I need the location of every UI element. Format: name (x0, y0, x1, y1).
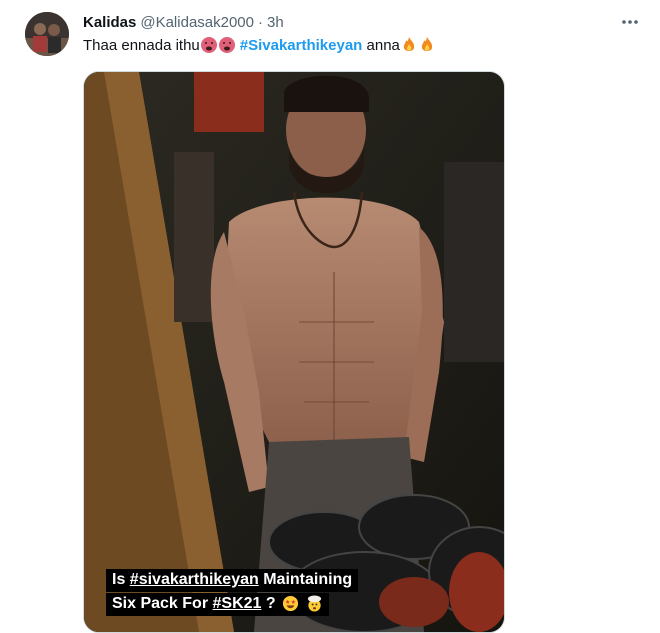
caption-hashtag: #SK21 (212, 595, 262, 612)
star-struck-icon (283, 596, 299, 612)
tweet-text-prefix: Thaa ennada ithu (83, 36, 200, 54)
more-button[interactable] (618, 12, 642, 32)
separator-dot: · (258, 13, 263, 31)
more-dots-icon (622, 20, 638, 24)
nauseated-face-icon (200, 37, 217, 53)
gym-photo (84, 72, 504, 632)
tweet[interactable]: Kalidas @Kalidasak2000 · 3h Thaa ennada … (0, 0, 660, 633)
fire-icon (403, 37, 415, 51)
caption-hashtag: #sivakarthikeyan (129, 571, 259, 588)
caption-text: Is (112, 571, 130, 588)
caption-line-2: Six Pack For #SK21 ? (106, 593, 329, 616)
tweet-media[interactable]: Is #sivakarthikeyan Maintaining Six Pack… (83, 71, 505, 633)
timestamp[interactable]: 3h (267, 14, 284, 31)
tweet-text-suffix: anna (362, 36, 400, 54)
tweet-text: Thaa ennada ithu #Sivakarthikeyan anna (83, 36, 436, 54)
caption-line-1: Is #sivakarthikeyan Maintaining (106, 569, 359, 592)
image-caption: Is #sivakarthikeyan Maintaining Six Pack… (106, 569, 359, 616)
handle[interactable]: @Kalidasak2000 (140, 14, 254, 31)
caption-text: Maintaining (258, 571, 353, 588)
fire-icon (421, 37, 433, 51)
nauseated-face-icon (218, 37, 235, 53)
caption-text: ? (261, 595, 276, 612)
exploding-head-icon (307, 595, 321, 612)
caption-text: Six Pack For (112, 595, 213, 612)
hashtag-link[interactable]: #Sivakarthikeyan (240, 37, 363, 54)
avatar[interactable] (25, 12, 69, 56)
display-name[interactable]: Kalidas (83, 14, 136, 31)
tweet-header: Kalidas @Kalidasak2000 · 3h (83, 11, 620, 33)
